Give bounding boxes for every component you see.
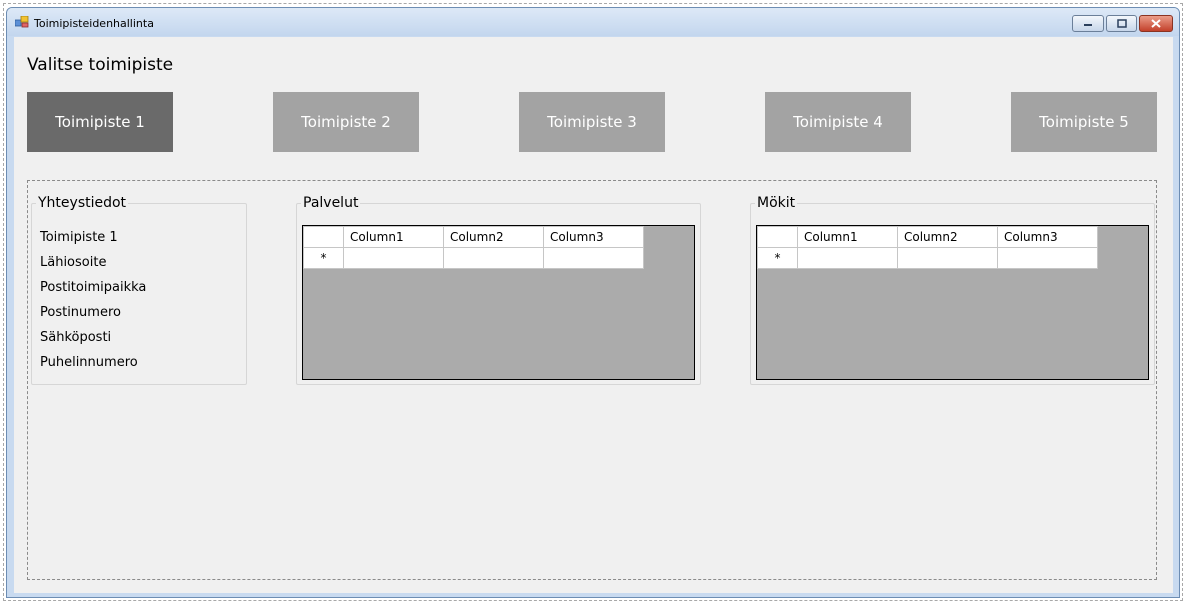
- cabins-cell[interactable]: [797, 247, 898, 269]
- cabins-grid[interactable]: Column1 Column2 Column3 *: [756, 225, 1149, 380]
- cabins-new-row-marker[interactable]: *: [757, 247, 798, 269]
- maximize-button[interactable]: [1106, 15, 1137, 32]
- cabins-new-row: *: [757, 247, 1098, 269]
- services-header-row: Column1 Column2 Column3: [303, 226, 644, 248]
- cabins-cell[interactable]: [897, 247, 998, 269]
- services-cell[interactable]: [443, 247, 544, 269]
- contact-street-address: Lähiosoite: [40, 255, 107, 270]
- form-window: Toimipisteidenhallinta Valitse toimipist…: [6, 7, 1180, 598]
- page-title: Valitse toimipiste: [27, 55, 174, 75]
- contact-field-list: Toimipiste 1 Lähiosoite Postitoimipaikka…: [40, 229, 146, 379]
- minimize-button[interactable]: [1072, 15, 1104, 32]
- title-bar[interactable]: Toimipisteidenhallinta: [7, 8, 1179, 36]
- form-client-area: Valitse toimipiste Toimipiste 1 Toimipis…: [14, 37, 1173, 593]
- cabins-table: Column1 Column2 Column3 *: [757, 226, 1098, 269]
- minimize-icon: [1084, 23, 1092, 26]
- contact-groupbox: Yhteystiedot Toimipiste 1 Lähiosoite Pos…: [31, 195, 247, 385]
- services-table: Column1 Column2 Column3 *: [303, 226, 644, 269]
- office-details-panel: Yhteystiedot Toimipiste 1 Lähiosoite Pos…: [27, 180, 1157, 580]
- cabins-column-header-3[interactable]: Column3: [997, 226, 1098, 248]
- contact-email: Sähköposti: [40, 330, 112, 345]
- services-column-header-1[interactable]: Column1: [343, 226, 444, 248]
- cabins-column-header-2[interactable]: Column2: [897, 226, 998, 248]
- contact-legend: Yhteystiedot: [38, 195, 127, 211]
- office-button-3[interactable]: Toimipiste 3: [519, 92, 665, 152]
- close-icon: [1151, 19, 1161, 28]
- cabins-corner-header[interactable]: [757, 226, 798, 248]
- cabins-column-header-1[interactable]: Column1: [797, 226, 898, 248]
- cabins-cell[interactable]: [997, 247, 1098, 269]
- cabins-legend: Mökit: [757, 195, 796, 211]
- contact-postal-code: Postinumero: [40, 305, 121, 320]
- window-title: Toimipisteidenhallinta: [34, 17, 154, 30]
- contact-office-name: Toimipiste 1: [40, 230, 118, 245]
- services-new-row-marker[interactable]: *: [303, 247, 344, 269]
- cabins-groupbox: Mökit Column1 Column2 Column3 *: [750, 195, 1155, 385]
- maximize-icon: [1116, 19, 1127, 28]
- services-groupbox: Palvelut Column1 Column2 Column3 *: [296, 195, 701, 385]
- services-column-header-3[interactable]: Column3: [543, 226, 644, 248]
- office-button-1[interactable]: Toimipiste 1: [27, 92, 173, 152]
- contact-phone: Puhelinnumero: [40, 355, 138, 370]
- services-column-header-2[interactable]: Column2: [443, 226, 544, 248]
- services-legend: Palvelut: [303, 195, 359, 211]
- services-cell[interactable]: [543, 247, 644, 269]
- office-button-5[interactable]: Toimipiste 5: [1011, 92, 1157, 152]
- services-cell[interactable]: [343, 247, 444, 269]
- close-button[interactable]: [1139, 15, 1173, 32]
- contact-postal-city: Postitoimipaikka: [40, 280, 147, 295]
- services-corner-header[interactable]: [303, 226, 344, 248]
- app-icon: [15, 16, 29, 28]
- services-grid[interactable]: Column1 Column2 Column3 *: [302, 225, 695, 380]
- cabins-header-row: Column1 Column2 Column3: [757, 226, 1098, 248]
- office-button-4[interactable]: Toimipiste 4: [765, 92, 911, 152]
- office-button-2[interactable]: Toimipiste 2: [273, 92, 419, 152]
- services-new-row: *: [303, 247, 644, 269]
